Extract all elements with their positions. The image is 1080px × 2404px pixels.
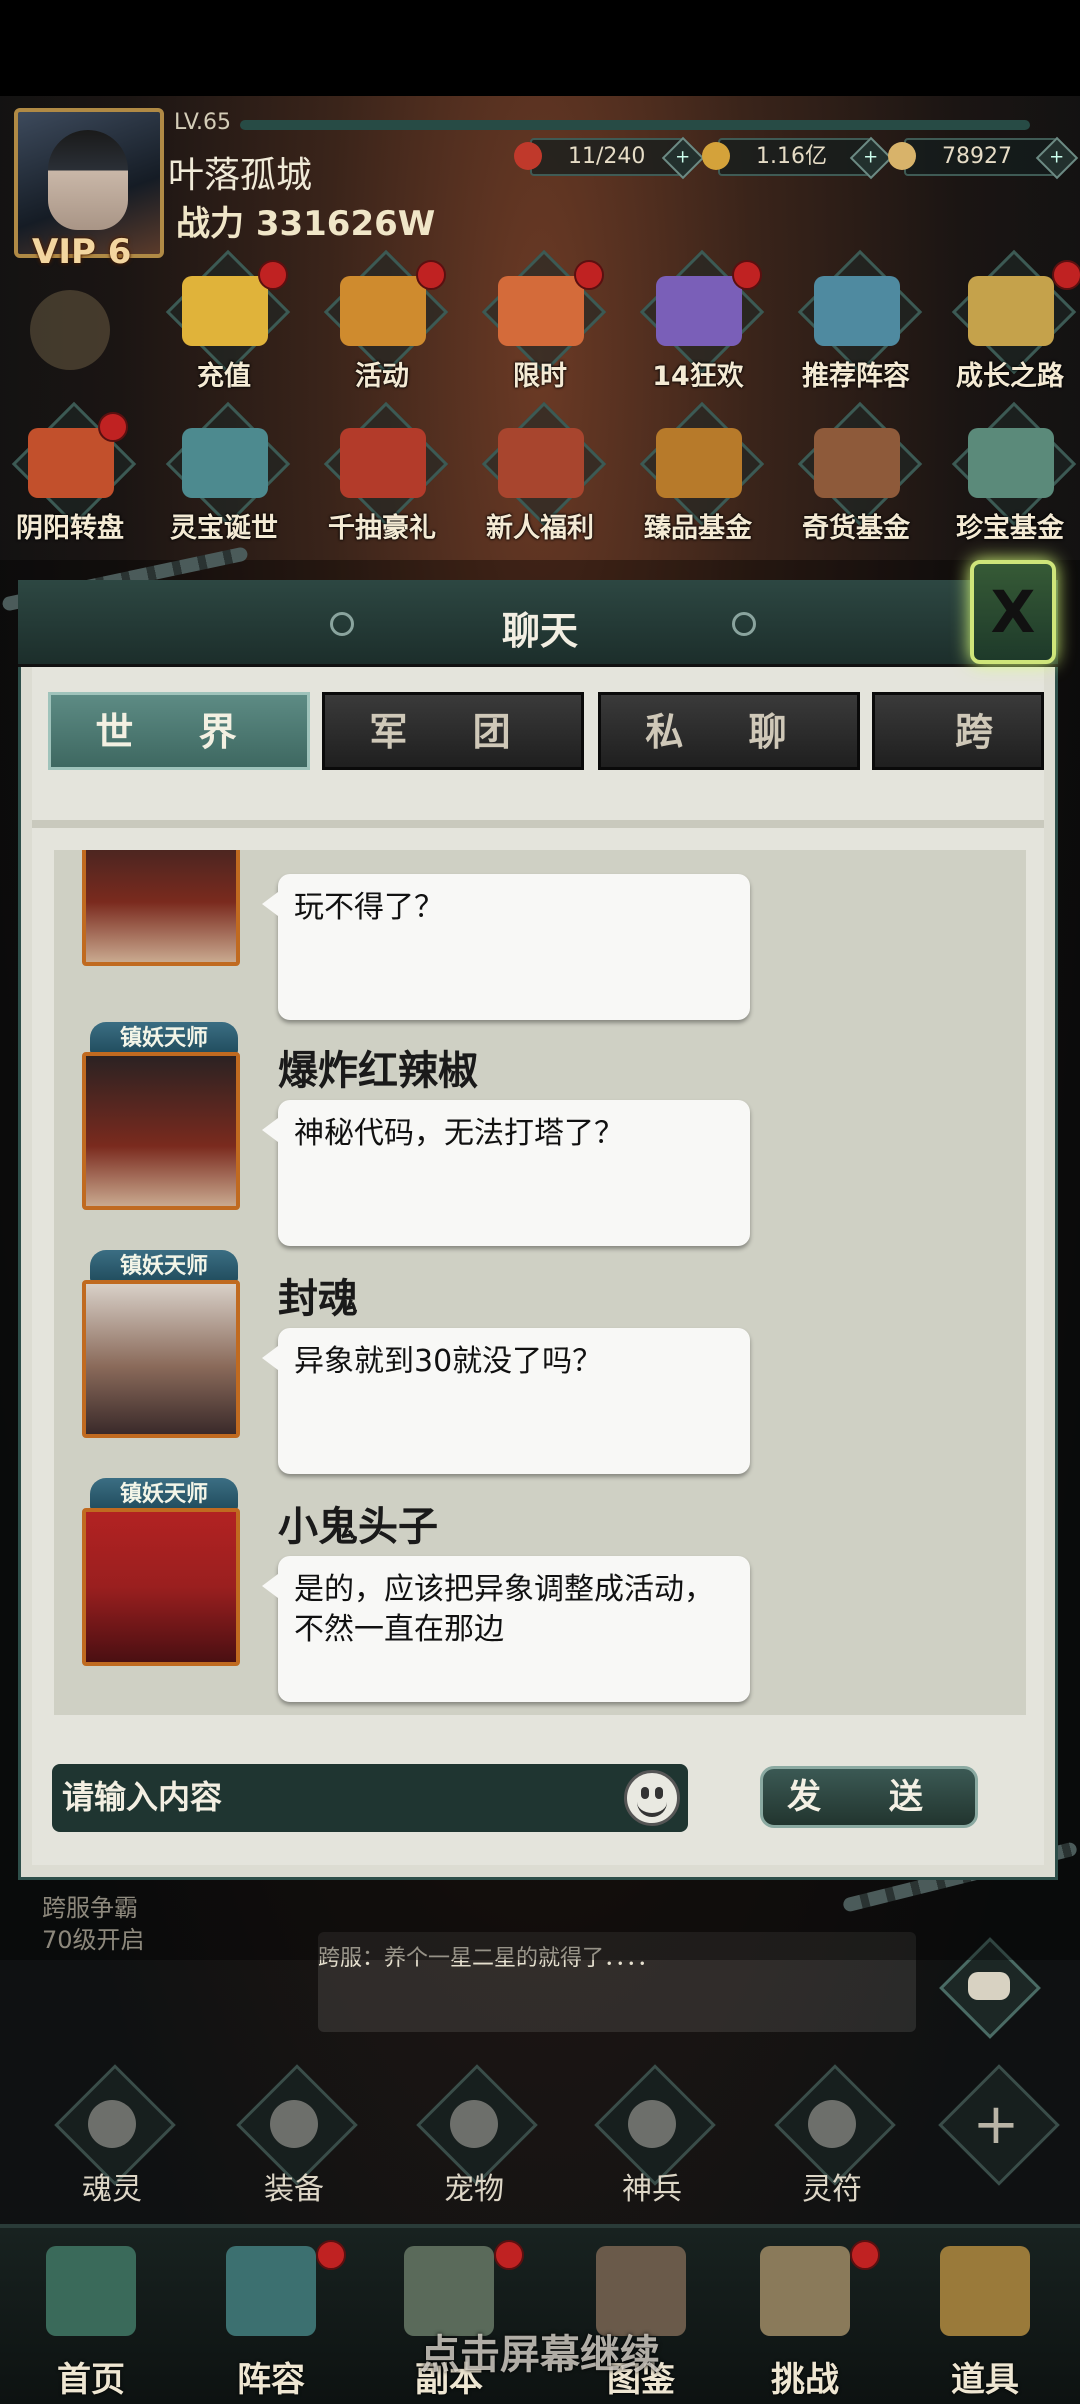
sender-avatar[interactable]	[82, 850, 240, 966]
lineup-icon	[814, 276, 900, 346]
title-badge: 镇妖天师	[90, 1022, 238, 1056]
activity-lingbao[interactable]: 灵宝诞世	[154, 401, 294, 550]
skill-divine-weapon[interactable]: 神兵	[582, 2064, 722, 2212]
message-text: 神秘代码，无法打塔了？	[294, 1116, 624, 1151]
skill-pet[interactable]: 宠物	[404, 2064, 544, 2212]
gold-coin-icon	[702, 142, 730, 170]
chat-title: 聊天	[501, 609, 578, 653]
message-bubble: 神秘代码，无法打塔了？	[262, 1100, 750, 1246]
resource-ingot: 78927 +	[888, 136, 1079, 180]
sword-icon	[628, 2100, 676, 2148]
gold-value: 1.16亿	[756, 144, 827, 169]
notification-dot	[494, 2240, 524, 2270]
skill-talisman[interactable]: 灵符	[762, 2064, 902, 2212]
plus-icon: +	[972, 2092, 1020, 2157]
skill-soul[interactable]: 魂灵	[42, 2064, 182, 2212]
activity-yinyang-wheel[interactable]: 阴阳转盘	[0, 401, 140, 550]
emoji-icon[interactable]	[624, 1770, 680, 1826]
notification-dot	[732, 260, 762, 290]
notification-dot	[416, 260, 446, 290]
tab-cross-server[interactable]: 跨 服	[872, 692, 1044, 770]
notification-dot	[98, 412, 128, 442]
send-button[interactable]: 发 送	[760, 1766, 978, 1828]
close-button[interactable]: X	[970, 560, 1056, 664]
player-level: LV.65	[174, 110, 232, 135]
tab-private[interactable]: 私 聊	[598, 692, 860, 770]
limited-icon	[498, 276, 584, 346]
activity-growth-path[interactable]: 成长之路	[940, 249, 1080, 398]
avatar-portrait	[48, 130, 128, 230]
notification-dot	[574, 260, 604, 290]
stamina-icon	[514, 142, 542, 170]
ingot-icon	[888, 142, 916, 170]
notification-dot	[1052, 260, 1080, 290]
message-text: 异象就到30就没了吗？	[294, 1344, 603, 1379]
status-bar-area	[0, 0, 1080, 96]
combat-power: 战力 331626W	[176, 204, 436, 244]
title-badge: 镇妖天师	[90, 1478, 238, 1512]
activity-events[interactable]: 活动	[312, 249, 452, 398]
tab-divider	[32, 820, 1044, 828]
activity-premium-fund[interactable]: 臻品基金	[628, 401, 768, 550]
taiji-emblem-icon	[30, 290, 110, 370]
sender-name: 爆炸红辣椒	[278, 1048, 478, 1094]
activity-thousand-draws[interactable]: 千抽豪礼	[312, 401, 452, 550]
talisman-icon	[808, 2100, 856, 2148]
message-bubble: 异象就到30就没了吗？	[262, 1328, 750, 1474]
chat-input[interactable]: 请输入内容	[52, 1764, 688, 1832]
helmet-icon	[270, 2100, 318, 2148]
fund-icon	[656, 428, 742, 498]
activity-newbie-welfare[interactable]: 新人福利	[470, 401, 610, 550]
tab-world[interactable]: 世 界	[48, 692, 310, 770]
growth-icon	[968, 276, 1054, 346]
activity-recommended-lineup[interactable]: 推荐阵容	[786, 249, 926, 398]
sender-name: 封魂	[278, 1276, 358, 1322]
sender-avatar[interactable]	[82, 1280, 240, 1438]
sender-name: 小鬼头子	[278, 1504, 438, 1550]
message-bubble: 玩不得了？	[262, 874, 750, 1020]
notification-dot	[850, 2240, 880, 2270]
vip-level: VIP 6	[32, 232, 132, 272]
notification-dot	[316, 2240, 346, 2270]
draws-icon	[340, 428, 426, 498]
resource-gold: 1.16亿 +	[702, 136, 893, 180]
stamina-value: 11/240	[568, 144, 646, 169]
activity-rare-goods-fund[interactable]: 奇货基金	[786, 401, 926, 550]
activity-carnival[interactable]: 14狂欢	[628, 249, 768, 398]
activity-treasure-fund[interactable]: 珍宝基金	[940, 401, 1080, 550]
message-text: 玩不得了？	[294, 890, 444, 925]
resource-stamina: 11/240 +	[514, 136, 705, 180]
tab-legion[interactable]: 军 团	[322, 692, 584, 770]
pet-icon	[450, 2100, 498, 2148]
message-text: 是的，应该把异象调整成活动，不然一直在那边	[294, 1572, 714, 1647]
chat-message-list[interactable]: 玩不得了？ 镇妖天师 爆炸红辣椒 神秘代码，无法打塔了？ 镇妖天师 封魂 异象就…	[54, 850, 1026, 1715]
tap-to-continue-hint[interactable]: 点击屏幕继续	[0, 2322, 1080, 2380]
welfare-icon	[498, 428, 584, 498]
sender-avatar[interactable]	[82, 1052, 240, 1210]
notification-dot	[258, 260, 288, 290]
expand-more-button[interactable]: +	[926, 2064, 1066, 2212]
sender-avatar[interactable]	[82, 1508, 240, 1666]
recharge-icon	[182, 276, 268, 346]
ingot-value: 78927	[942, 144, 1012, 169]
activity-limited[interactable]: 限时	[470, 249, 610, 398]
message-bubble: 是的，应该把异象调整成活动，不然一直在那边	[262, 1556, 750, 1702]
lingbao-icon	[182, 428, 268, 498]
player-name: 叶落孤城	[168, 155, 313, 196]
title-badge: 镇妖天师	[90, 1250, 238, 1284]
close-icon: X	[990, 578, 1036, 646]
treasure-fund-icon	[968, 428, 1054, 498]
wheel-icon	[28, 428, 114, 498]
gift-box-icon	[656, 276, 742, 346]
skill-equipment[interactable]: 装备	[224, 2064, 364, 2212]
goods-fund-icon	[814, 428, 900, 498]
activity-recharge[interactable]: 充值	[154, 249, 294, 398]
events-icon	[340, 276, 426, 346]
soul-icon	[88, 2100, 136, 2148]
exp-bar	[240, 120, 1030, 130]
